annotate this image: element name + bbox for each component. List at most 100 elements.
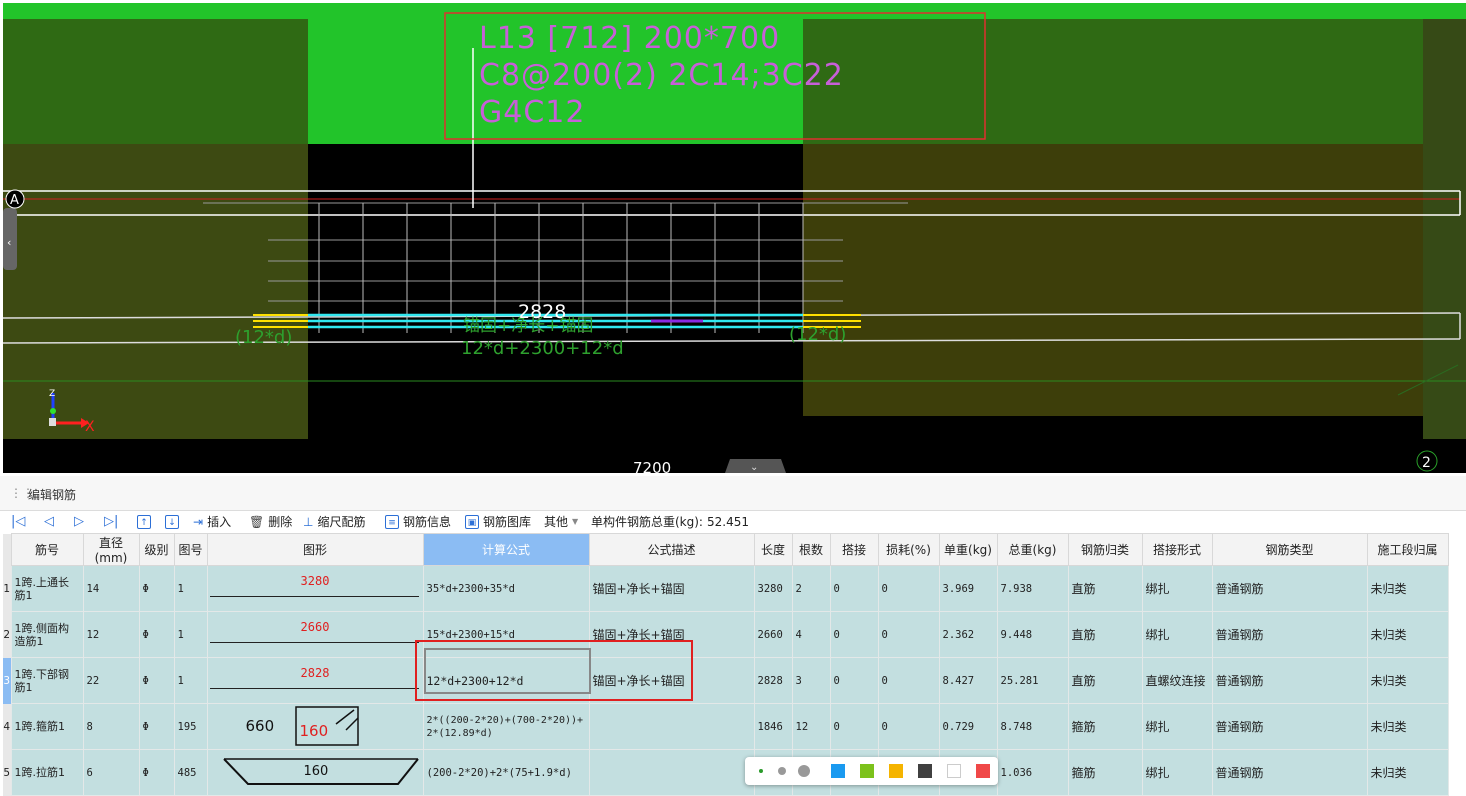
lap-type-cell[interactable]: 直螺纹连接 bbox=[1141, 657, 1213, 704]
stage-cell[interactable]: 未归类 bbox=[1366, 703, 1449, 750]
formula-cell[interactable]: 35*d+2300+35*d bbox=[422, 565, 590, 612]
bar-name[interactable]: 1跨.箍筋1 bbox=[10, 703, 84, 750]
col-figure-no[interactable]: 图号 bbox=[173, 533, 208, 566]
row-number[interactable]: 4 bbox=[3, 703, 11, 750]
lap-cell[interactable]: 0 bbox=[829, 565, 879, 612]
lap-cell[interactable]: 0 bbox=[829, 657, 879, 704]
unit-weight-cell[interactable]: 2.362 bbox=[938, 611, 998, 658]
grade-cell[interactable]: Φ bbox=[138, 657, 175, 704]
category-cell[interactable]: 直筋 bbox=[1067, 565, 1143, 612]
scale-rebar-button[interactable]: ⊥ 缩尺配筋 bbox=[303, 513, 365, 531]
col-shape[interactable]: 图形 bbox=[206, 533, 424, 566]
shape-cell[interactable]: 2660 bbox=[206, 611, 424, 658]
table-row[interactable]: 2 1跨.侧面构造筋1 12 Φ 1 2660 15*d+2300+15*d 锚… bbox=[3, 611, 1449, 658]
length-cell[interactable]: 1846 bbox=[753, 703, 793, 750]
lap-type-cell[interactable]: 绑扎 bbox=[1141, 611, 1213, 658]
first-record-button[interactable]: |◁ bbox=[11, 513, 25, 531]
count-cell[interactable]: 3 bbox=[791, 657, 831, 704]
col-length[interactable]: 长度 bbox=[753, 533, 793, 566]
count-cell[interactable]: 12 bbox=[791, 703, 831, 750]
last-record-button[interactable]: ▷| bbox=[104, 513, 118, 531]
shape-cell[interactable]: 2828 bbox=[206, 657, 424, 704]
shape-cell[interactable]: 3280 bbox=[206, 565, 424, 612]
rebar-type-cell[interactable]: 普通钢筋 bbox=[1211, 565, 1368, 612]
stage-cell[interactable]: 未归类 bbox=[1366, 611, 1449, 658]
unit-weight-cell[interactable]: 0.729 bbox=[938, 703, 998, 750]
color-swatch-white[interactable] bbox=[947, 764, 961, 778]
rebar-type-cell[interactable]: 普通钢筋 bbox=[1211, 611, 1368, 658]
rebar-info-button[interactable]: ≡ 钢筋信息 bbox=[385, 513, 451, 531]
unit-weight-cell[interactable]: 3.969 bbox=[938, 565, 998, 612]
formula-desc-cell[interactable]: 锚固+净长+锚固 bbox=[588, 565, 755, 612]
stage-cell[interactable]: 未归类 bbox=[1366, 657, 1449, 704]
bar-name[interactable]: 1跨.侧面构造筋1 bbox=[10, 611, 84, 658]
color-swatch-red[interactable] bbox=[976, 764, 990, 778]
size-medium-dot[interactable] bbox=[778, 767, 786, 775]
total-weight-cell[interactable]: 25.281 bbox=[996, 657, 1069, 704]
col-grade[interactable]: 级别 bbox=[138, 533, 175, 566]
col-total-weight[interactable]: 总重(kg) bbox=[996, 533, 1069, 566]
figure-no-cell[interactable]: 1 bbox=[173, 565, 208, 612]
col-rebar-type[interactable]: 钢筋类型 bbox=[1211, 533, 1368, 566]
col-formula-desc[interactable]: 公式描述 bbox=[588, 533, 755, 566]
size-large-dot[interactable] bbox=[798, 765, 810, 777]
loss-cell[interactable]: 0 bbox=[877, 565, 940, 612]
lap-cell[interactable]: 0 bbox=[829, 611, 879, 658]
color-swatch-green[interactable] bbox=[860, 764, 874, 778]
rebar-type-cell[interactable]: 普通钢筋 bbox=[1211, 703, 1368, 750]
grade-cell[interactable]: Φ bbox=[138, 611, 175, 658]
color-swatch-dark[interactable] bbox=[918, 764, 932, 778]
other-dropdown[interactable]: 其他 ▼ bbox=[544, 513, 578, 531]
col-category[interactable]: 钢筋归类 bbox=[1067, 533, 1143, 566]
move-up-button[interactable]: ↑ bbox=[137, 513, 155, 531]
category-cell[interactable]: 箍筋 bbox=[1067, 703, 1143, 750]
table-row[interactable]: 4 1跨.箍筋1 8 Φ 195 660 160 2*((200-2*20)+(… bbox=[3, 703, 1449, 750]
diameter-cell[interactable]: 14 bbox=[82, 565, 140, 612]
table-row-selected[interactable]: 3 1跨.下部钢筋1 22 Φ 1 2828 12*d+2300+12*d 锚固… bbox=[3, 657, 1449, 704]
drag-grip-icon[interactable]: ⋮⋮ bbox=[10, 486, 34, 500]
bar-name[interactable]: 1跨.下部钢筋1 bbox=[10, 657, 84, 704]
row-number[interactable]: 2 bbox=[3, 611, 11, 658]
insert-button[interactable]: ⇥ 插入 bbox=[193, 513, 231, 531]
size-small-dot[interactable] bbox=[759, 769, 763, 773]
next-record-button[interactable]: ▷ bbox=[74, 513, 84, 531]
col-diameter[interactable]: 直径(mm) bbox=[82, 533, 140, 566]
col-count[interactable]: 根数 bbox=[791, 533, 831, 566]
lap-type-cell[interactable]: 绑扎 bbox=[1141, 703, 1213, 750]
formula-desc-cell[interactable] bbox=[588, 703, 755, 750]
col-formula[interactable]: 计算公式 bbox=[422, 533, 590, 566]
diameter-cell[interactable]: 12 bbox=[82, 611, 140, 658]
shape-cell[interactable]: 660 160 bbox=[206, 703, 424, 750]
3d-viewport[interactable]: ‹ A 2 L13 [712] 200*700 C8@200(2) 2C14;3… bbox=[3, 3, 1466, 473]
length-cell[interactable]: 3280 bbox=[753, 565, 793, 612]
formula-cell[interactable]: 2*((200-2*20)+(700-2*20))+2*(12.89*d) bbox=[422, 703, 590, 750]
total-weight-cell[interactable]: 9.448 bbox=[996, 611, 1069, 658]
col-loss[interactable]: 损耗(%) bbox=[877, 533, 940, 566]
category-cell[interactable]: 直筋 bbox=[1067, 611, 1143, 658]
length-cell[interactable]: 2660 bbox=[753, 611, 793, 658]
loss-cell[interactable]: 0 bbox=[877, 703, 940, 750]
figure-no-cell[interactable]: 195 bbox=[173, 703, 208, 750]
col-lap[interactable]: 搭接 bbox=[829, 533, 879, 566]
previous-record-button[interactable]: ◁ bbox=[44, 513, 54, 531]
col-lap-type[interactable]: 搭接形式 bbox=[1141, 533, 1213, 566]
figure-no-cell[interactable]: 1 bbox=[173, 611, 208, 658]
move-down-button[interactable]: ↓ bbox=[165, 513, 183, 531]
col-bar-no[interactable]: 筋号 bbox=[10, 533, 84, 566]
lap-type-cell[interactable]: 绑扎 bbox=[1141, 565, 1213, 612]
col-stage[interactable]: 施工段归属 bbox=[1366, 533, 1449, 566]
category-cell[interactable]: 直筋 bbox=[1067, 657, 1143, 704]
diameter-cell[interactable]: 22 bbox=[82, 657, 140, 704]
delete-button[interactable]: 🗑 删除 bbox=[249, 513, 292, 531]
loss-cell[interactable]: 0 bbox=[877, 611, 940, 658]
length-cell[interactable]: 2828 bbox=[753, 657, 793, 704]
total-weight-cell[interactable]: 8.748 bbox=[996, 703, 1069, 750]
stage-cell[interactable]: 未归类 bbox=[1366, 565, 1449, 612]
count-cell[interactable]: 4 bbox=[791, 611, 831, 658]
bar-name[interactable]: 1跨.上通长筋1 bbox=[10, 565, 84, 612]
rebar-library-button[interactable]: ▣ 钢筋图库 bbox=[465, 513, 531, 531]
grade-cell[interactable]: Φ bbox=[138, 565, 175, 612]
grade-cell[interactable]: Φ bbox=[138, 703, 175, 750]
diameter-cell[interactable]: 8 bbox=[82, 703, 140, 750]
color-swatch-yellow[interactable] bbox=[889, 764, 903, 778]
